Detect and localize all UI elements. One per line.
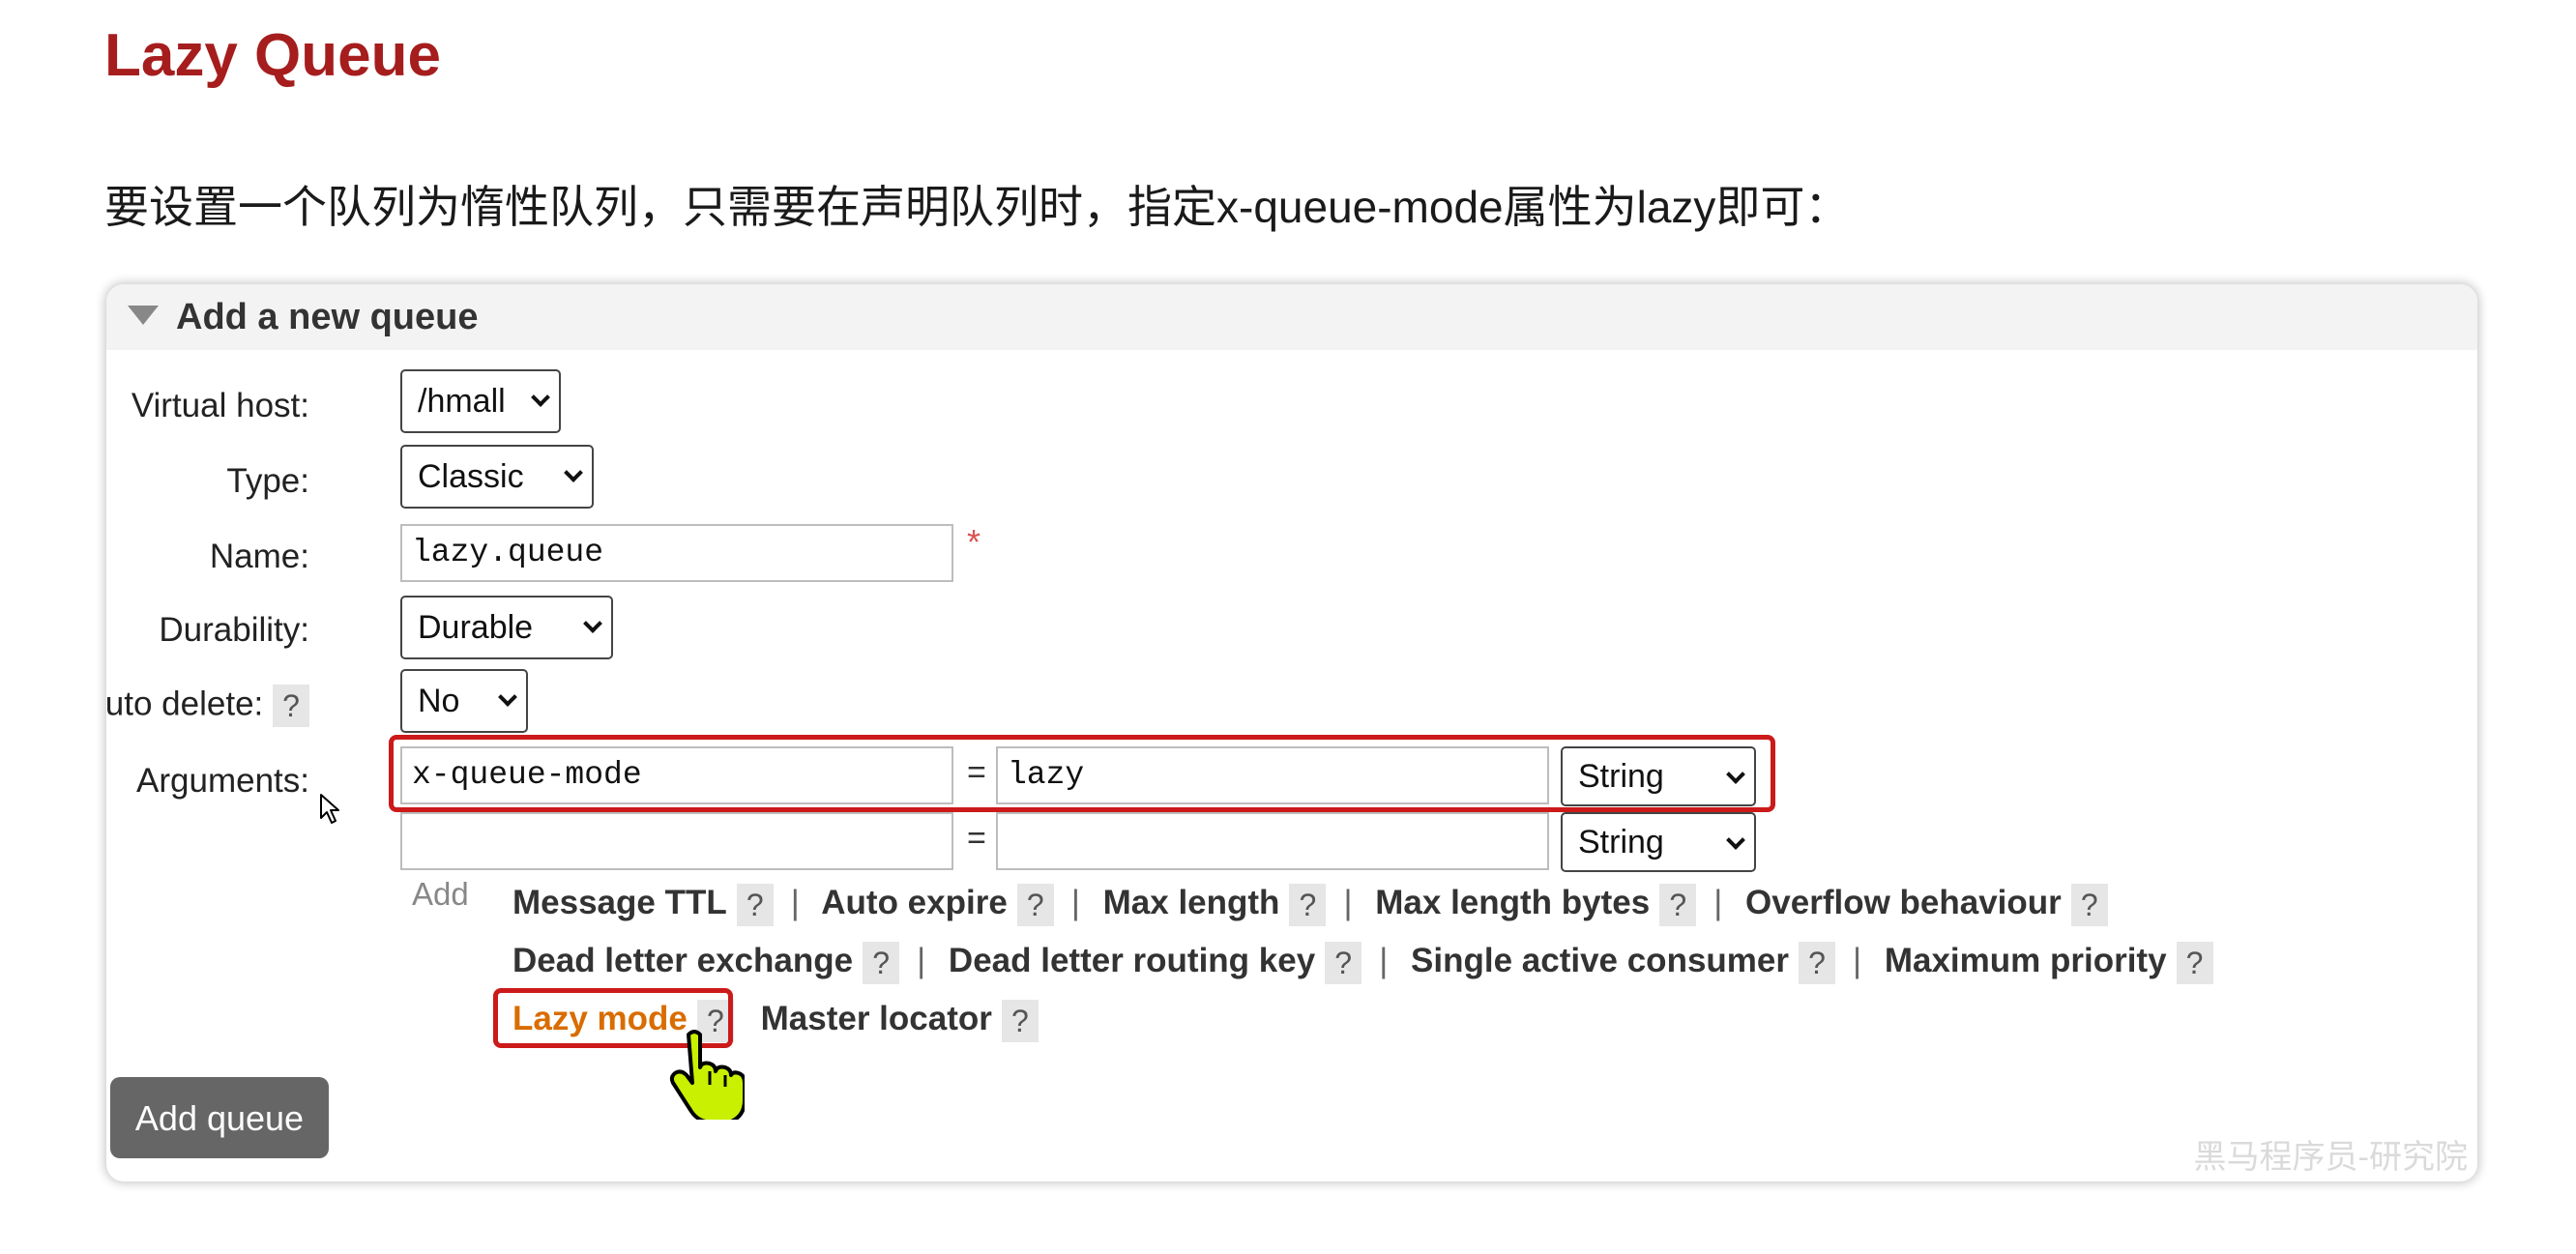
virtual-host-label: Virtual host: (131, 387, 309, 424)
argument-value-input-empty[interactable] (996, 812, 1549, 870)
argument-type-value: String (1578, 824, 1664, 860)
argument-key-input-empty[interactable] (400, 812, 953, 870)
auto-delete-select[interactable]: No (400, 669, 528, 733)
separator: | (1713, 884, 1723, 921)
intro-text: 要设置一个队列为惰性队列，只需要在声明队列时，指定x-queue-mode属性为… (104, 182, 1850, 232)
durability-label: Durability: (159, 611, 309, 649)
watermark: 黑马程序员-研究院 (2193, 1138, 2469, 1177)
link-overflow-behaviour[interactable]: Overflow behaviour (1745, 884, 2062, 921)
name-label: Name: (209, 538, 309, 575)
help-icon[interactable]: ? (2070, 883, 2108, 926)
help-icon[interactable]: ? (1016, 883, 1054, 926)
required-mark: * (967, 522, 981, 562)
argument-shortcuts-row-1: Message TTL? | Auto expire? | Max length? |… (512, 878, 2112, 928)
hand-pointer-icon (669, 1030, 745, 1120)
help-icon[interactable]: ? (736, 883, 774, 926)
add-queue-button[interactable]: Add queue (110, 1077, 329, 1158)
link-message-ttl[interactable]: Message TTL (512, 884, 727, 921)
help-icon[interactable]: ? (1001, 999, 1039, 1042)
chevron-down-icon (564, 463, 583, 482)
help-icon[interactable]: ? (1659, 883, 1697, 926)
argument-shortcuts-row-2: Dead letter exchange? | Dead letter routi… (512, 936, 2217, 986)
auto-delete-label: Auto delete: ? (106, 685, 309, 727)
auto-delete-value: No (418, 683, 460, 719)
type-label: Type: (226, 462, 309, 500)
type-select[interactable]: Classic (400, 445, 594, 509)
link-maximum-priority[interactable]: Maximum priority (1885, 942, 2167, 979)
separator: | (1379, 942, 1389, 979)
argument-highlight (389, 735, 1775, 812)
link-max-length-bytes[interactable]: Max length bytes (1375, 884, 1650, 921)
chevron-down-icon (1726, 831, 1745, 850)
virtual-host-value: /hmall (418, 383, 506, 420)
durability-value: Durable (418, 609, 534, 646)
auto-delete-label-text: Auto delete: (106, 685, 264, 723)
chevron-down-icon (498, 687, 517, 707)
separator: | (1853, 942, 1862, 979)
help-icon[interactable]: ? (1799, 941, 1835, 984)
panel-title[interactable]: Add a new queue (176, 292, 478, 342)
help-icon[interactable]: ? (273, 685, 309, 727)
separator: | (790, 884, 800, 921)
add-queue-panel: Add a new queue Virtual host: /hmall Typ… (106, 284, 2477, 1181)
argument-equals: = (967, 820, 986, 857)
separator: | (917, 942, 926, 979)
page-heading: Lazy Queue (104, 22, 441, 89)
link-auto-expire[interactable]: Auto expire (821, 884, 1008, 921)
virtual-host-select[interactable]: /hmall (400, 369, 561, 433)
type-value: Classic (418, 458, 524, 495)
durability-select[interactable]: Durable (400, 596, 613, 659)
argument-type-select-empty[interactable]: String (1561, 812, 1756, 872)
separator: | (1343, 884, 1353, 921)
arrow-cursor-icon (320, 794, 339, 824)
help-icon[interactable]: ? (1325, 941, 1362, 984)
link-master-locator[interactable]: Master locator (761, 1000, 992, 1037)
help-icon[interactable]: ? (2176, 941, 2213, 984)
arguments-label: Arguments: (136, 762, 309, 800)
caret-down-icon[interactable] (128, 306, 159, 325)
help-icon[interactable]: ? (1289, 883, 1327, 926)
link-dead-letter-exchange[interactable]: Dead letter exchange (512, 942, 853, 979)
link-max-length[interactable]: Max length (1103, 884, 1280, 921)
chevron-down-icon (583, 614, 602, 633)
name-input[interactable]: lazy.queue (400, 524, 953, 582)
link-single-active-consumer[interactable]: Single active consumer (1411, 942, 1789, 979)
help-icon[interactable]: ? (863, 941, 900, 984)
panel-header[interactable]: Add a new queue (106, 284, 2477, 350)
link-dead-letter-routing-key[interactable]: Dead letter routing key (949, 942, 1315, 979)
separator: | (1070, 884, 1080, 921)
add-label: Add (412, 876, 469, 912)
chevron-down-icon (531, 388, 550, 407)
